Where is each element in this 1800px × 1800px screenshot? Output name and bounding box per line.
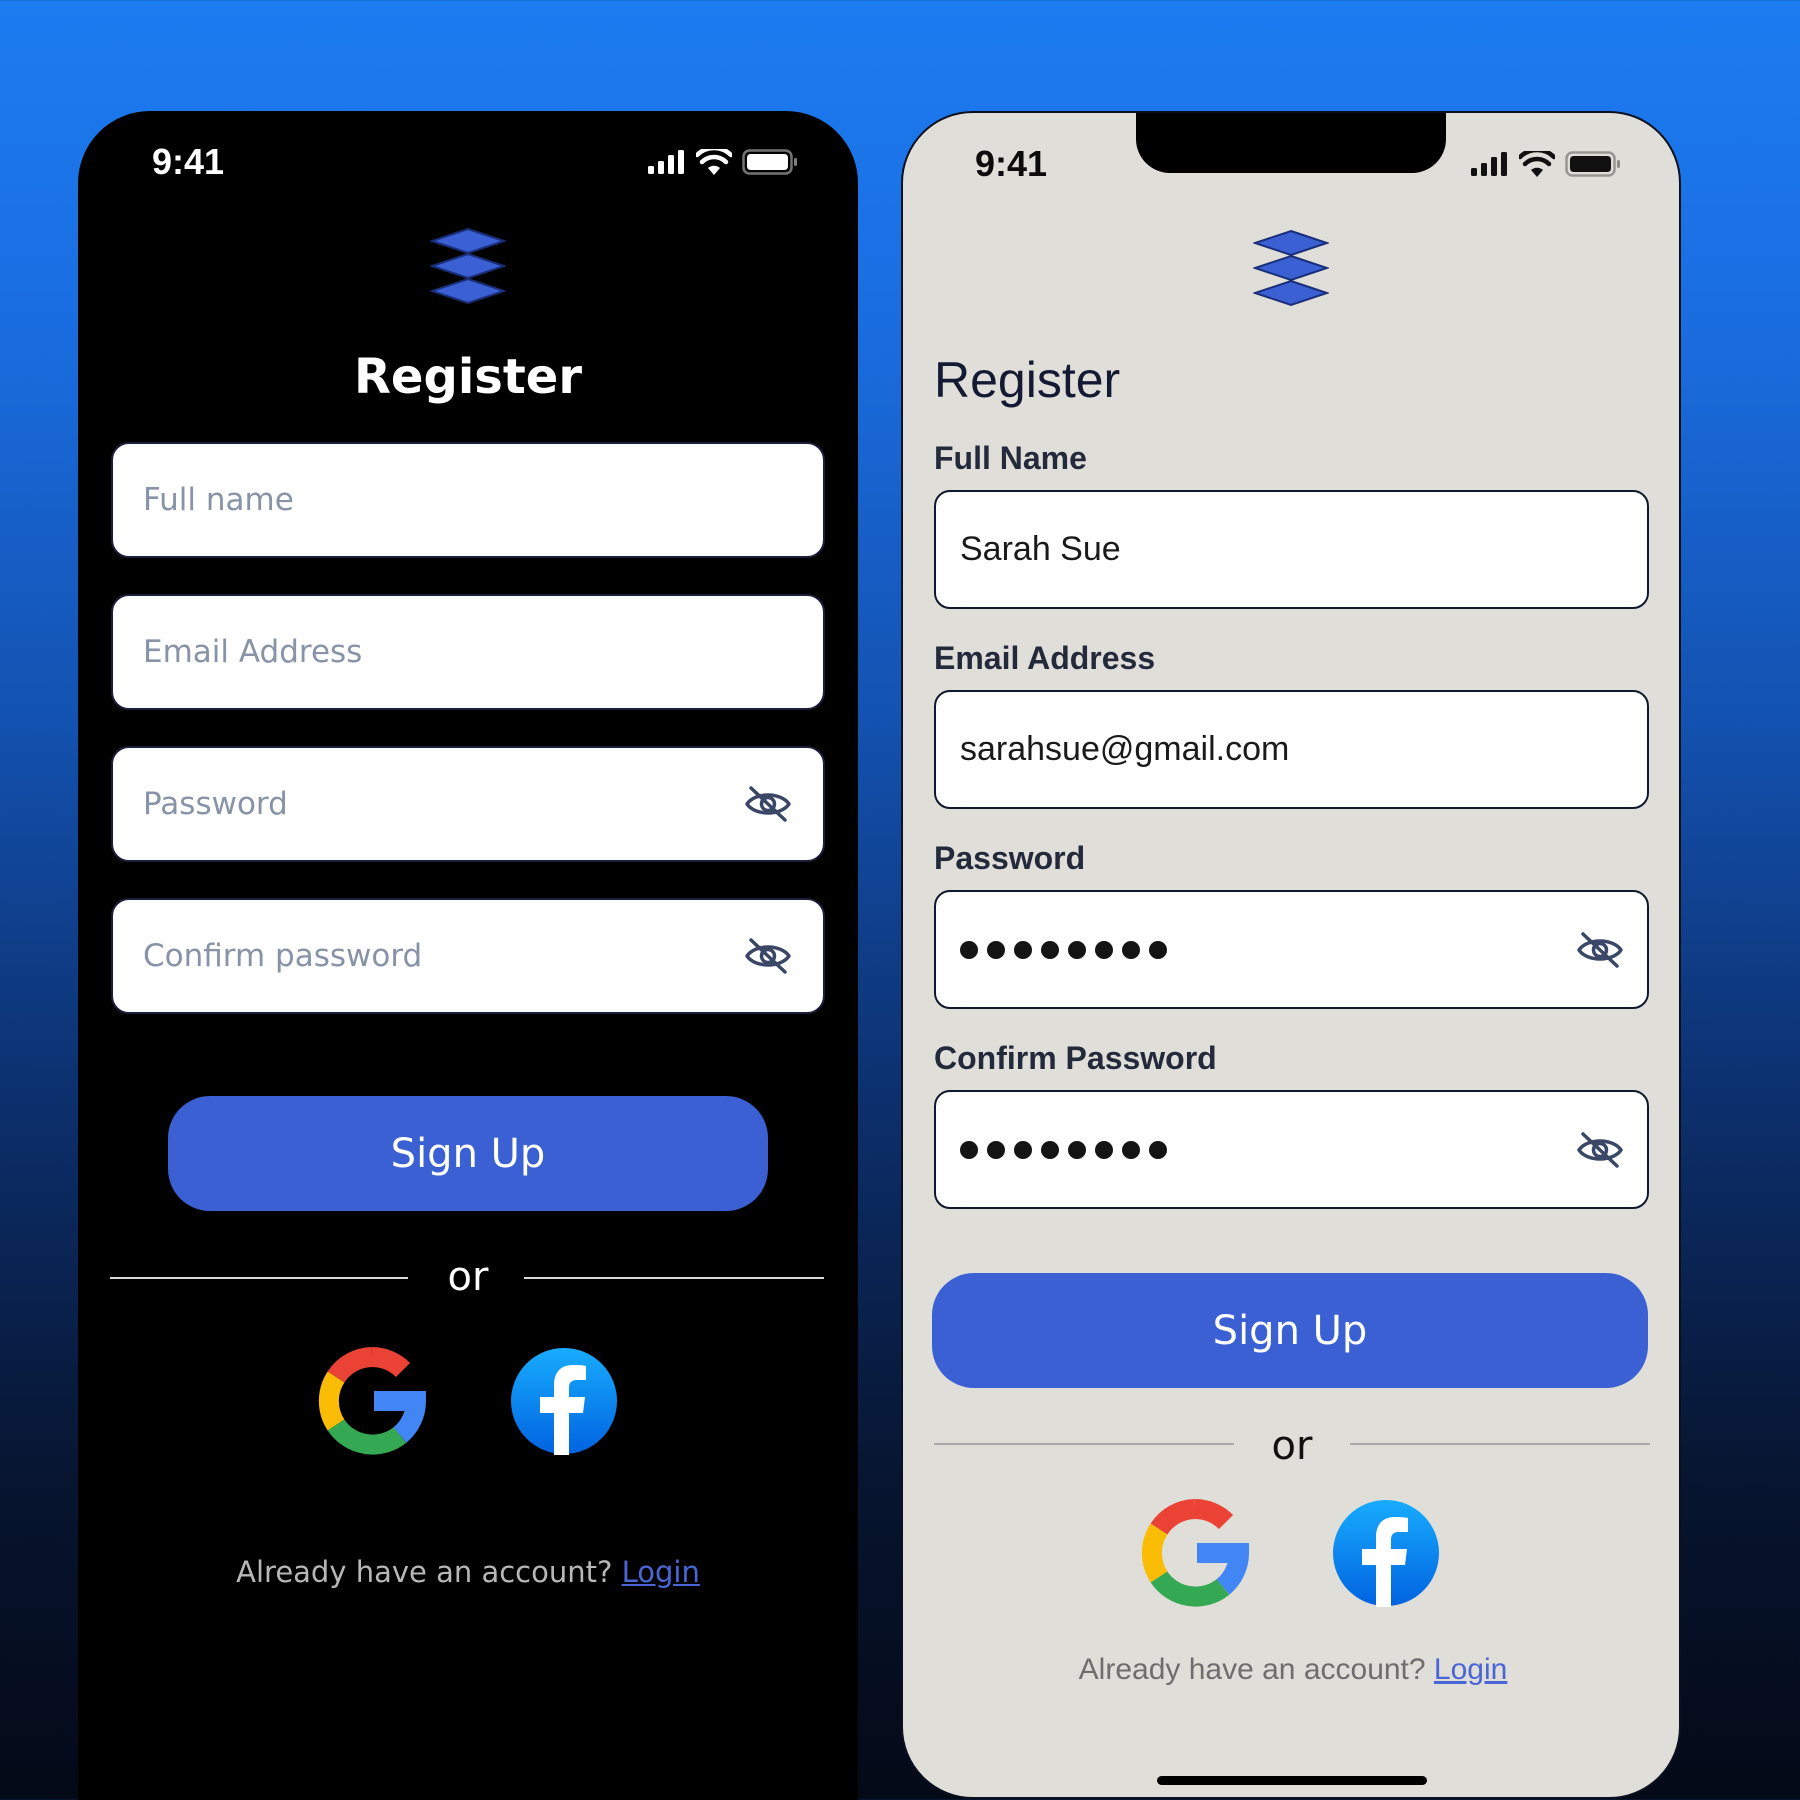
full-name-input[interactable]: Sarah Sue <box>934 490 1649 609</box>
masked-confirm-password <box>960 1140 1575 1159</box>
full-name-value: Sarah Sue <box>960 530 1121 568</box>
confirm-password-input[interactable]: Confirm password <box>111 898 825 1014</box>
light-register-screen: 9:41 Register Full Name Sarah Sue Email … <box>901 111 1681 1799</box>
battery-icon <box>1565 151 1620 177</box>
or-separator: or <box>447 1254 489 1300</box>
login-prompt-text: Already have an account? <box>1078 1653 1426 1686</box>
login-link[interactable]: Login <box>1434 1653 1507 1686</box>
full-name-input[interactable]: Full name <box>111 442 825 558</box>
battery-icon <box>742 149 797 175</box>
signal-icon <box>648 150 684 174</box>
masked-password <box>960 940 1575 959</box>
status-icons <box>648 149 798 175</box>
device-notch <box>1136 113 1446 173</box>
signal-icon <box>1471 152 1507 176</box>
email-placeholder: Email Address <box>143 634 363 670</box>
divider-right <box>1350 1443 1650 1445</box>
email-value: sarahsue@gmail.com <box>960 730 1290 768</box>
confirm-password-input[interactable] <box>934 1090 1649 1209</box>
layers-icon <box>1253 229 1329 307</box>
full-name-placeholder: Full name <box>143 482 294 518</box>
password-label: Password <box>934 840 1086 876</box>
password-input[interactable] <box>934 890 1649 1009</box>
home-indicator <box>1157 1776 1427 1785</box>
divider-left <box>934 1443 1234 1445</box>
email-label: Email Address <box>934 640 1156 676</box>
confirm-password-label: Confirm Password <box>934 1040 1217 1076</box>
confirm-password-placeholder: Confirm password <box>143 938 423 974</box>
divider-right <box>524 1277 824 1279</box>
login-prompt-text: Already have an account? <box>236 1555 613 1589</box>
login-prompt: Already have an account? Login <box>78 1555 858 1589</box>
eye-off-icon[interactable] <box>1575 928 1625 972</box>
sign-up-button[interactable]: Sign Up <box>168 1096 768 1211</box>
password-input[interactable]: Password <box>111 746 825 862</box>
eye-off-icon[interactable] <box>743 934 793 978</box>
or-separator: or <box>1271 1423 1313 1469</box>
login-link[interactable]: Login <box>622 1555 700 1589</box>
google-icon[interactable] <box>1141 1499 1249 1607</box>
login-prompt: Already have an account? Login <box>903 1653 1679 1687</box>
eye-off-icon[interactable] <box>743 782 793 826</box>
divider-left <box>110 1277 408 1279</box>
wifi-icon <box>696 149 732 175</box>
status-icons <box>1471 151 1621 177</box>
email-input[interactable]: Email Address <box>111 594 825 710</box>
eye-off-icon[interactable] <box>1575 1128 1625 1172</box>
sign-up-button[interactable]: Sign Up <box>932 1273 1648 1388</box>
google-icon[interactable] <box>318 1347 426 1455</box>
facebook-icon[interactable] <box>510 1347 618 1455</box>
dark-register-screen: 9:41 Register Full name Email Address Pa… <box>78 111 858 1800</box>
status-time: 9:41 <box>152 141 225 182</box>
wifi-icon <box>1519 151 1555 177</box>
status-time: 9:41 <box>975 143 1048 184</box>
full-name-label: Full Name <box>934 440 1087 476</box>
password-placeholder: Password <box>143 786 288 822</box>
page-title: Register <box>353 349 583 405</box>
layers-icon <box>430 227 506 305</box>
email-input[interactable]: sarahsue@gmail.com <box>934 690 1649 809</box>
page-title: Register <box>934 352 1121 408</box>
facebook-icon[interactable] <box>1332 1499 1440 1607</box>
